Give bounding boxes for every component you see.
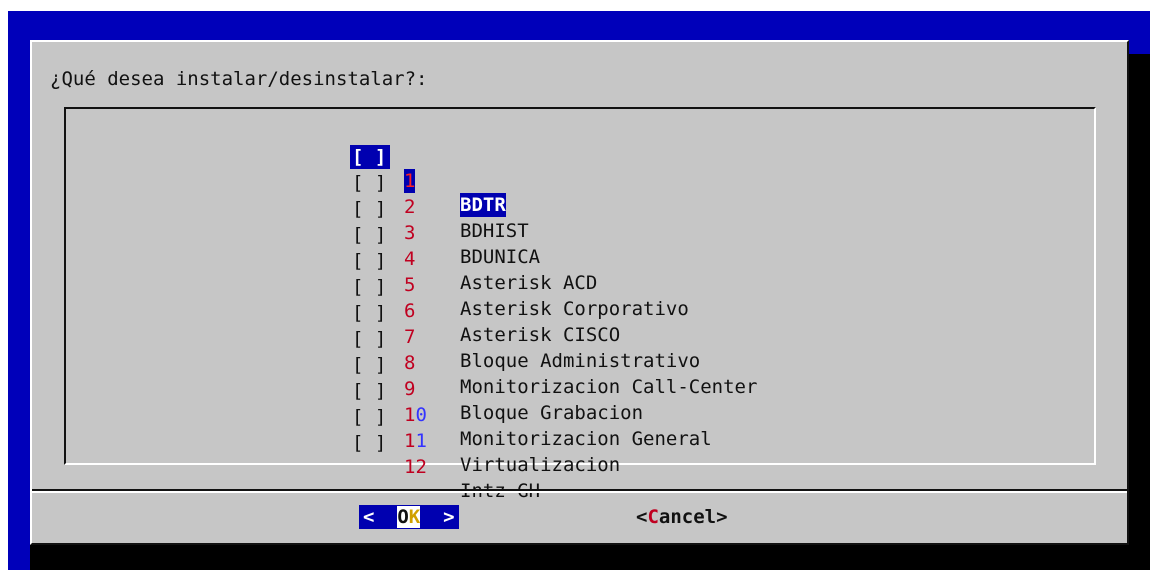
button-separator	[32, 489, 1127, 493]
item-label: Asterisk ACD	[460, 272, 598, 294]
ok-hotkey-k: K	[408, 506, 421, 528]
list-item-bdhist[interactable]: [ ] 2 BDHIST	[350, 147, 529, 242]
item-label: Monitorizacion General	[460, 428, 712, 450]
item-label: Asterisk CISCO	[460, 324, 621, 346]
terminal-screen: ¿Qué desea instalar/desinstalar?: [ ] 1 …	[0, 0, 1150, 570]
item-number: 12	[404, 455, 427, 479]
cancel-label-rest: ancel>	[658, 506, 728, 528]
list-item-bdtr[interactable]: [ ] 1 BDTR	[350, 121, 506, 217]
list-item-bloque-grabacion[interactable]: [ ] 9 Bloque Grabacion	[350, 329, 643, 424]
list-item-bdunica[interactable]: [ ] 3 BDUNICA	[350, 173, 540, 268]
list-item-monitorizacion-general[interactable]: [ ] 10 Monitorizacion General	[350, 355, 712, 450]
item-label: BDHIST	[460, 220, 529, 242]
item-number-digit: 2	[415, 456, 427, 478]
ok-hotkey-o: O	[397, 506, 409, 528]
checklist: [ ] 1 BDTR [ ] 2 BDHIST [ ] 3 BDUNICA [ …	[64, 107, 1096, 502]
item-label: BDUNICA	[460, 246, 541, 268]
item-number-digit: 1	[404, 456, 416, 478]
item-label: Bloque Administrativo	[460, 350, 701, 372]
list-item-asterisk-acd[interactable]: [ ] 4 Asterisk ACD	[350, 199, 597, 294]
ok-bracket-right: >	[420, 506, 455, 528]
checkbox[interactable]: [ ]	[350, 431, 390, 455]
cancel-hotkey: C	[647, 506, 659, 528]
ok-button[interactable]: < OK >	[359, 505, 459, 529]
item-label: Virtualizacion	[460, 454, 621, 476]
item-label: Monitorizacion Call-Center	[460, 376, 758, 398]
cancel-button[interactable]: <Cancel>	[636, 505, 728, 529]
item-label: Bloque Grabacion	[460, 402, 644, 424]
list-item-intz-gh[interactable]: [ ] 12 Intz-GH	[350, 407, 540, 502]
checklist-dialog: ¿Qué desea instalar/desinstalar?: [ ] 1 …	[30, 40, 1129, 545]
list-item-asterisk-corporativo[interactable]: [ ] 5 Asterisk Corporativo	[350, 225, 689, 320]
list-item-virtualizacion[interactable]: [ ] 11 Virtualizacion	[350, 381, 620, 476]
item-label: BDTR	[460, 193, 506, 217]
list-item-monitorizacion-call-center[interactable]: [ ] 8 Monitorizacion Call-Center	[350, 303, 757, 398]
list-item-bloque-administrativo[interactable]: [ ] 7 Bloque Administrativo	[350, 277, 700, 372]
dialog-title: ¿Qué desea instalar/desinstalar?:	[50, 68, 428, 90]
item-label: Asterisk Corporativo	[460, 298, 689, 320]
cancel-bracket-left: <	[636, 506, 648, 528]
list-item-asterisk-cisco[interactable]: [ ] 6 Asterisk CISCO	[350, 251, 620, 346]
ok-bracket-left: <	[363, 506, 398, 528]
